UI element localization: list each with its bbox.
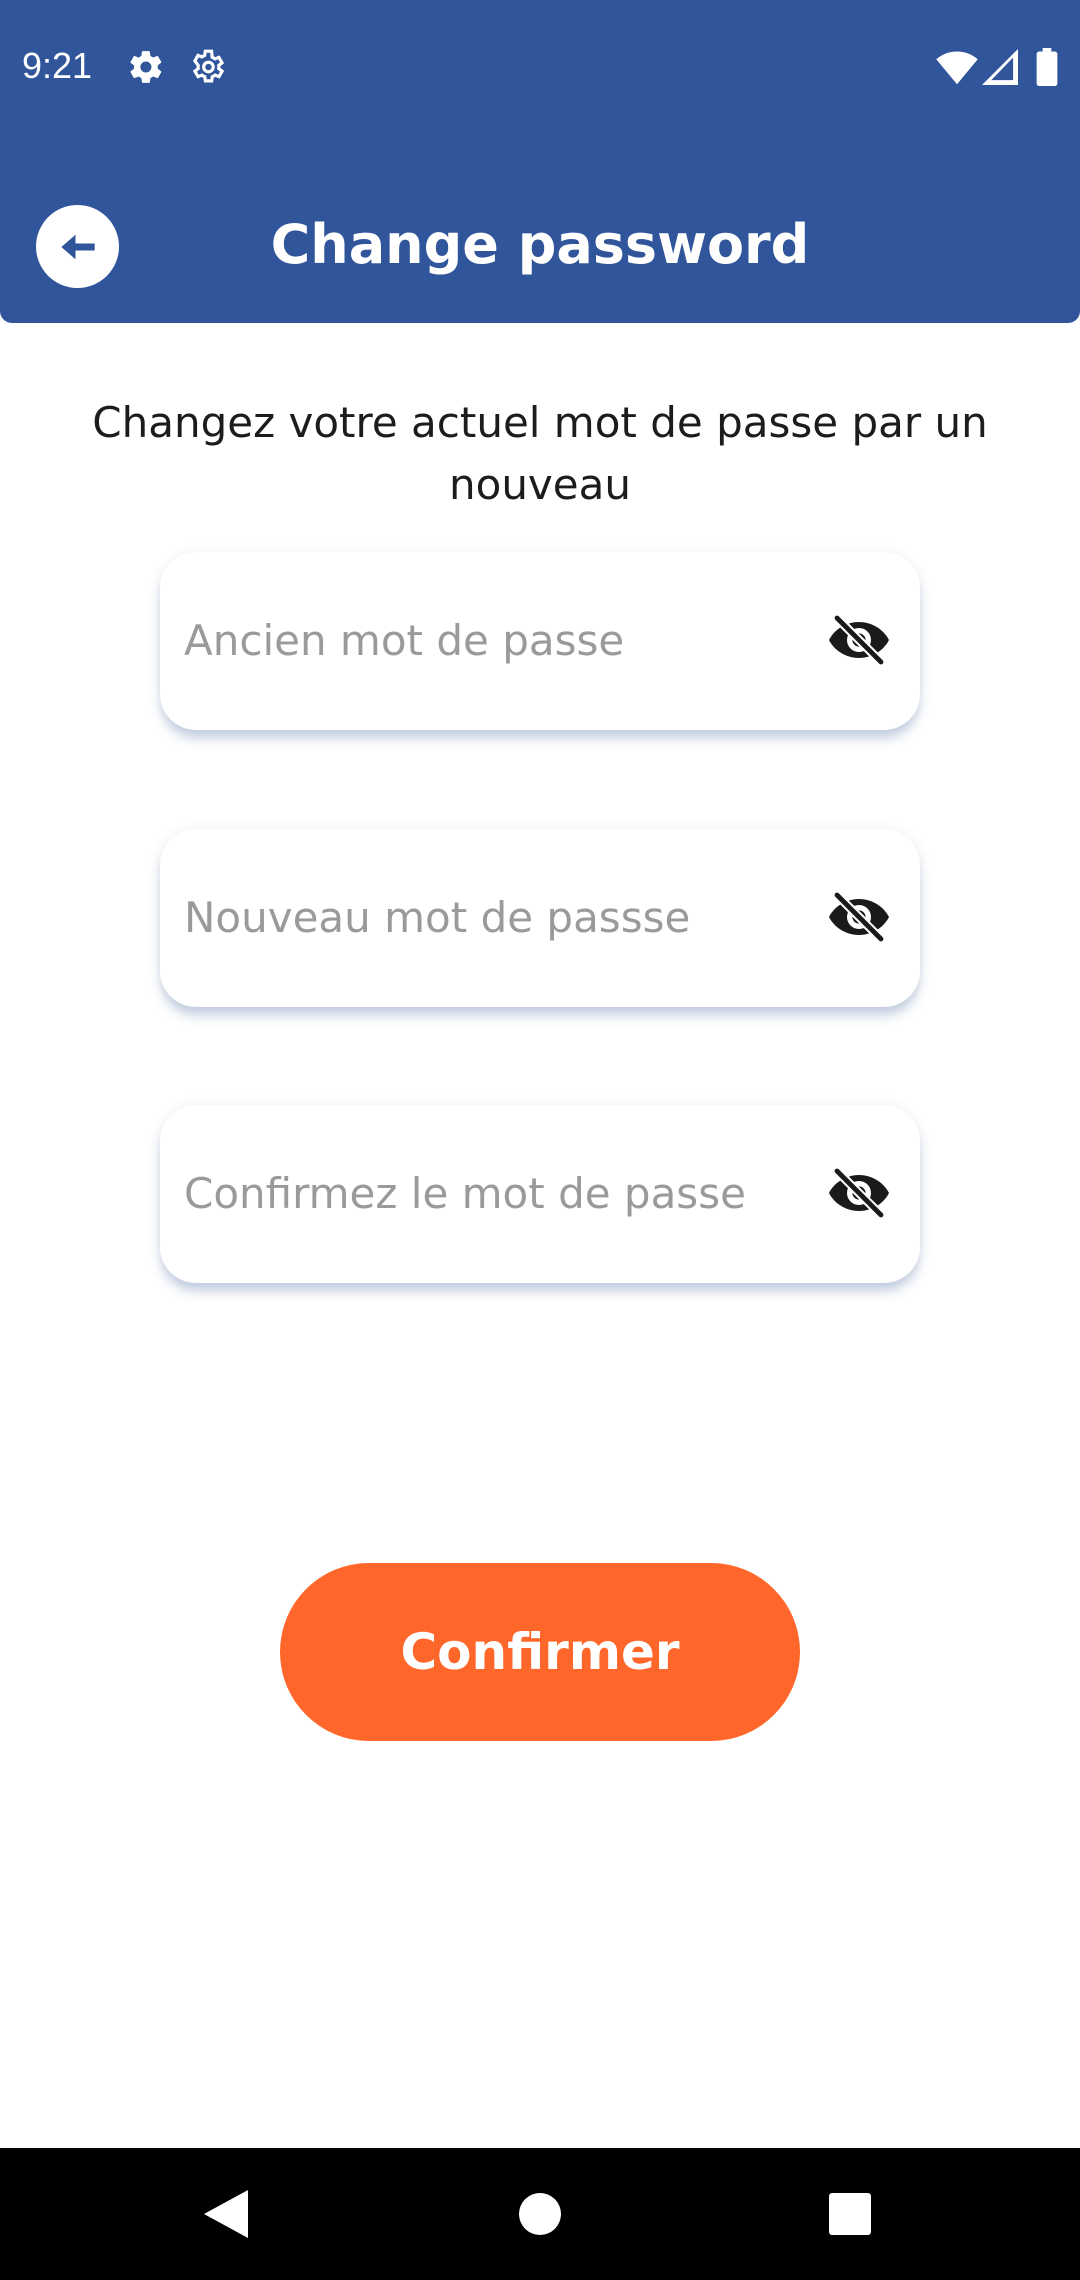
recents-square-icon <box>829 2193 871 2235</box>
battery-icon <box>1036 48 1058 86</box>
home-circle-icon <box>519 2193 561 2235</box>
status-bar: 9:21 <box>0 0 1080 136</box>
toggle-visibility-button[interactable] <box>826 886 892 948</box>
old-password-field <box>160 552 920 730</box>
status-time: 9:21 <box>22 45 93 86</box>
nav-back-button[interactable] <box>180 2168 272 2260</box>
confirm-button[interactable]: Confirmer <box>280 1563 800 1741</box>
eye-off-icon <box>829 614 889 666</box>
wifi-icon <box>936 51 978 85</box>
new-password-input[interactable] <box>184 869 784 965</box>
toggle-visibility-button[interactable] <box>826 1162 892 1224</box>
settings-outline-icon <box>192 49 225 83</box>
instruction-text: Changez votre actuel mot de passe par un… <box>92 398 988 509</box>
eye-off-icon <box>829 891 889 943</box>
cellular-signal-icon <box>982 49 1018 85</box>
old-password-input[interactable] <box>184 592 784 688</box>
eye-off-icon <box>829 1167 889 1219</box>
confirm-password-field <box>160 1105 920 1283</box>
system-nav-bar <box>0 2148 1080 2280</box>
toggle-visibility-button[interactable] <box>826 609 892 671</box>
nav-recents-button[interactable] <box>804 2168 896 2260</box>
change-password-screen: 9:21 Change password Changez votre actue… <box>0 0 1080 2280</box>
confirm-password-input[interactable] <box>184 1145 784 1241</box>
app-bar: 9:21 Change password <box>0 0 1080 323</box>
back-triangle-icon <box>204 2190 248 2238</box>
nav-home-button[interactable] <box>494 2168 586 2260</box>
gear-icon <box>130 51 162 83</box>
new-password-field <box>160 829 920 1007</box>
page-title: Change password <box>270 213 810 276</box>
